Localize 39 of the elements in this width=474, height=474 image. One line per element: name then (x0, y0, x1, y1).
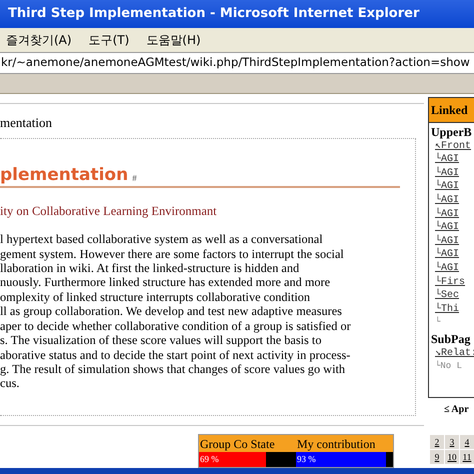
section-heading: SubPag (431, 332, 472, 346)
panel-title: Linked (429, 98, 474, 123)
month-link[interactable]: ≤ Apr (444, 402, 474, 417)
tree-link[interactable]: └Firs (431, 276, 474, 290)
menu-item[interactable]: 도움말(H) (146, 31, 201, 49)
calendar-day[interactable]: 4 (460, 435, 474, 449)
address-field[interactable]: kr/~anemone/anemoneAGMtest/wiki.php/ThirdStepImplementation?action=show (0, 52, 474, 74)
meter-label: My contribution (296, 434, 393, 452)
tree-link[interactable]: └AGI (431, 221, 474, 235)
meter-reading: 69 % (200, 452, 219, 466)
tree-link[interactable]: └Thi (431, 302, 474, 316)
calendar-day[interactable]: 9 (430, 450, 444, 464)
tree-note: └ (434, 316, 442, 330)
calendar-day[interactable]: 2 (430, 435, 444, 449)
menu-item[interactable]: 즐겨찾기(A) (6, 31, 72, 49)
tree-link[interactable]: ↖Front (431, 140, 474, 154)
tree-link[interactable]: └AGI (431, 194, 474, 208)
meter-label: Group Co State (199, 434, 296, 452)
tree-link[interactable]: └AGI (431, 248, 474, 262)
tree-link[interactable]: └AGI (431, 262, 474, 276)
calendar-day[interactable]: 10 (445, 450, 459, 464)
page-heading: plementation (0, 164, 128, 184)
section-heading: UpperB (431, 126, 473, 140)
calendar-day[interactable]: 11 (460, 450, 474, 464)
tree-link[interactable]: └AGI (431, 234, 474, 248)
breadcrumb: mentation (0, 114, 53, 132)
abstract-paragraph: l hypertext based collaborative system as well as a conversational gement system. However there are some factors to interrupt the social llaboration in wiki. At first the linked-structure is hidden and nuously. Furthermore linked structure has extended more and more omplexity of linked structure interrupts collaborative condition ll as group collaboration. We develop and test new adaptive measures aper to decide whether collaborative condition of a group is satisfied or s. The visualization of these score values will support the basis to aborative status and to decide the start point of next activity in process- g. The result of simulation shows that changes of score values go with cus. (0, 232, 352, 391)
tree-link[interactable]: └AGI (431, 166, 474, 180)
calendar-day[interactable]: 3 (445, 435, 459, 449)
tree-link[interactable]: └Sec (431, 289, 474, 303)
anchor-link[interactable]: # (132, 170, 137, 184)
tree-link[interactable]: └AGI (431, 208, 474, 222)
menu-item[interactable]: 도구(T) (88, 31, 130, 49)
tree-link[interactable]: └AGI (431, 180, 474, 194)
meter-reading: 93 % (297, 452, 316, 466)
subtitle: ity on Collaborative Learning Environmant (0, 202, 218, 220)
tree-note: └No L (434, 360, 464, 374)
tree-link[interactable]: └AGI (431, 153, 474, 167)
window-title: Third Step Implementation - Microsoft Internet Explorer (8, 5, 420, 24)
